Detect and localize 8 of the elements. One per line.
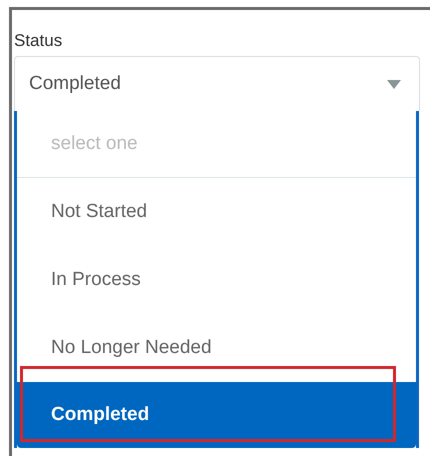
- status-dropdown[interactable]: Completed: [14, 56, 420, 111]
- caret-icon: [387, 80, 401, 88]
- dropdown-option[interactable]: Not Started: [17, 178, 416, 246]
- dropdown-option[interactable]: Completed: [17, 382, 416, 448]
- field-label: Status: [14, 30, 64, 52]
- dropdown-option[interactable]: In Process: [17, 246, 416, 314]
- dropdown-option[interactable]: No Longer Needed: [17, 314, 416, 382]
- placeholder-option: select one: [17, 111, 416, 178]
